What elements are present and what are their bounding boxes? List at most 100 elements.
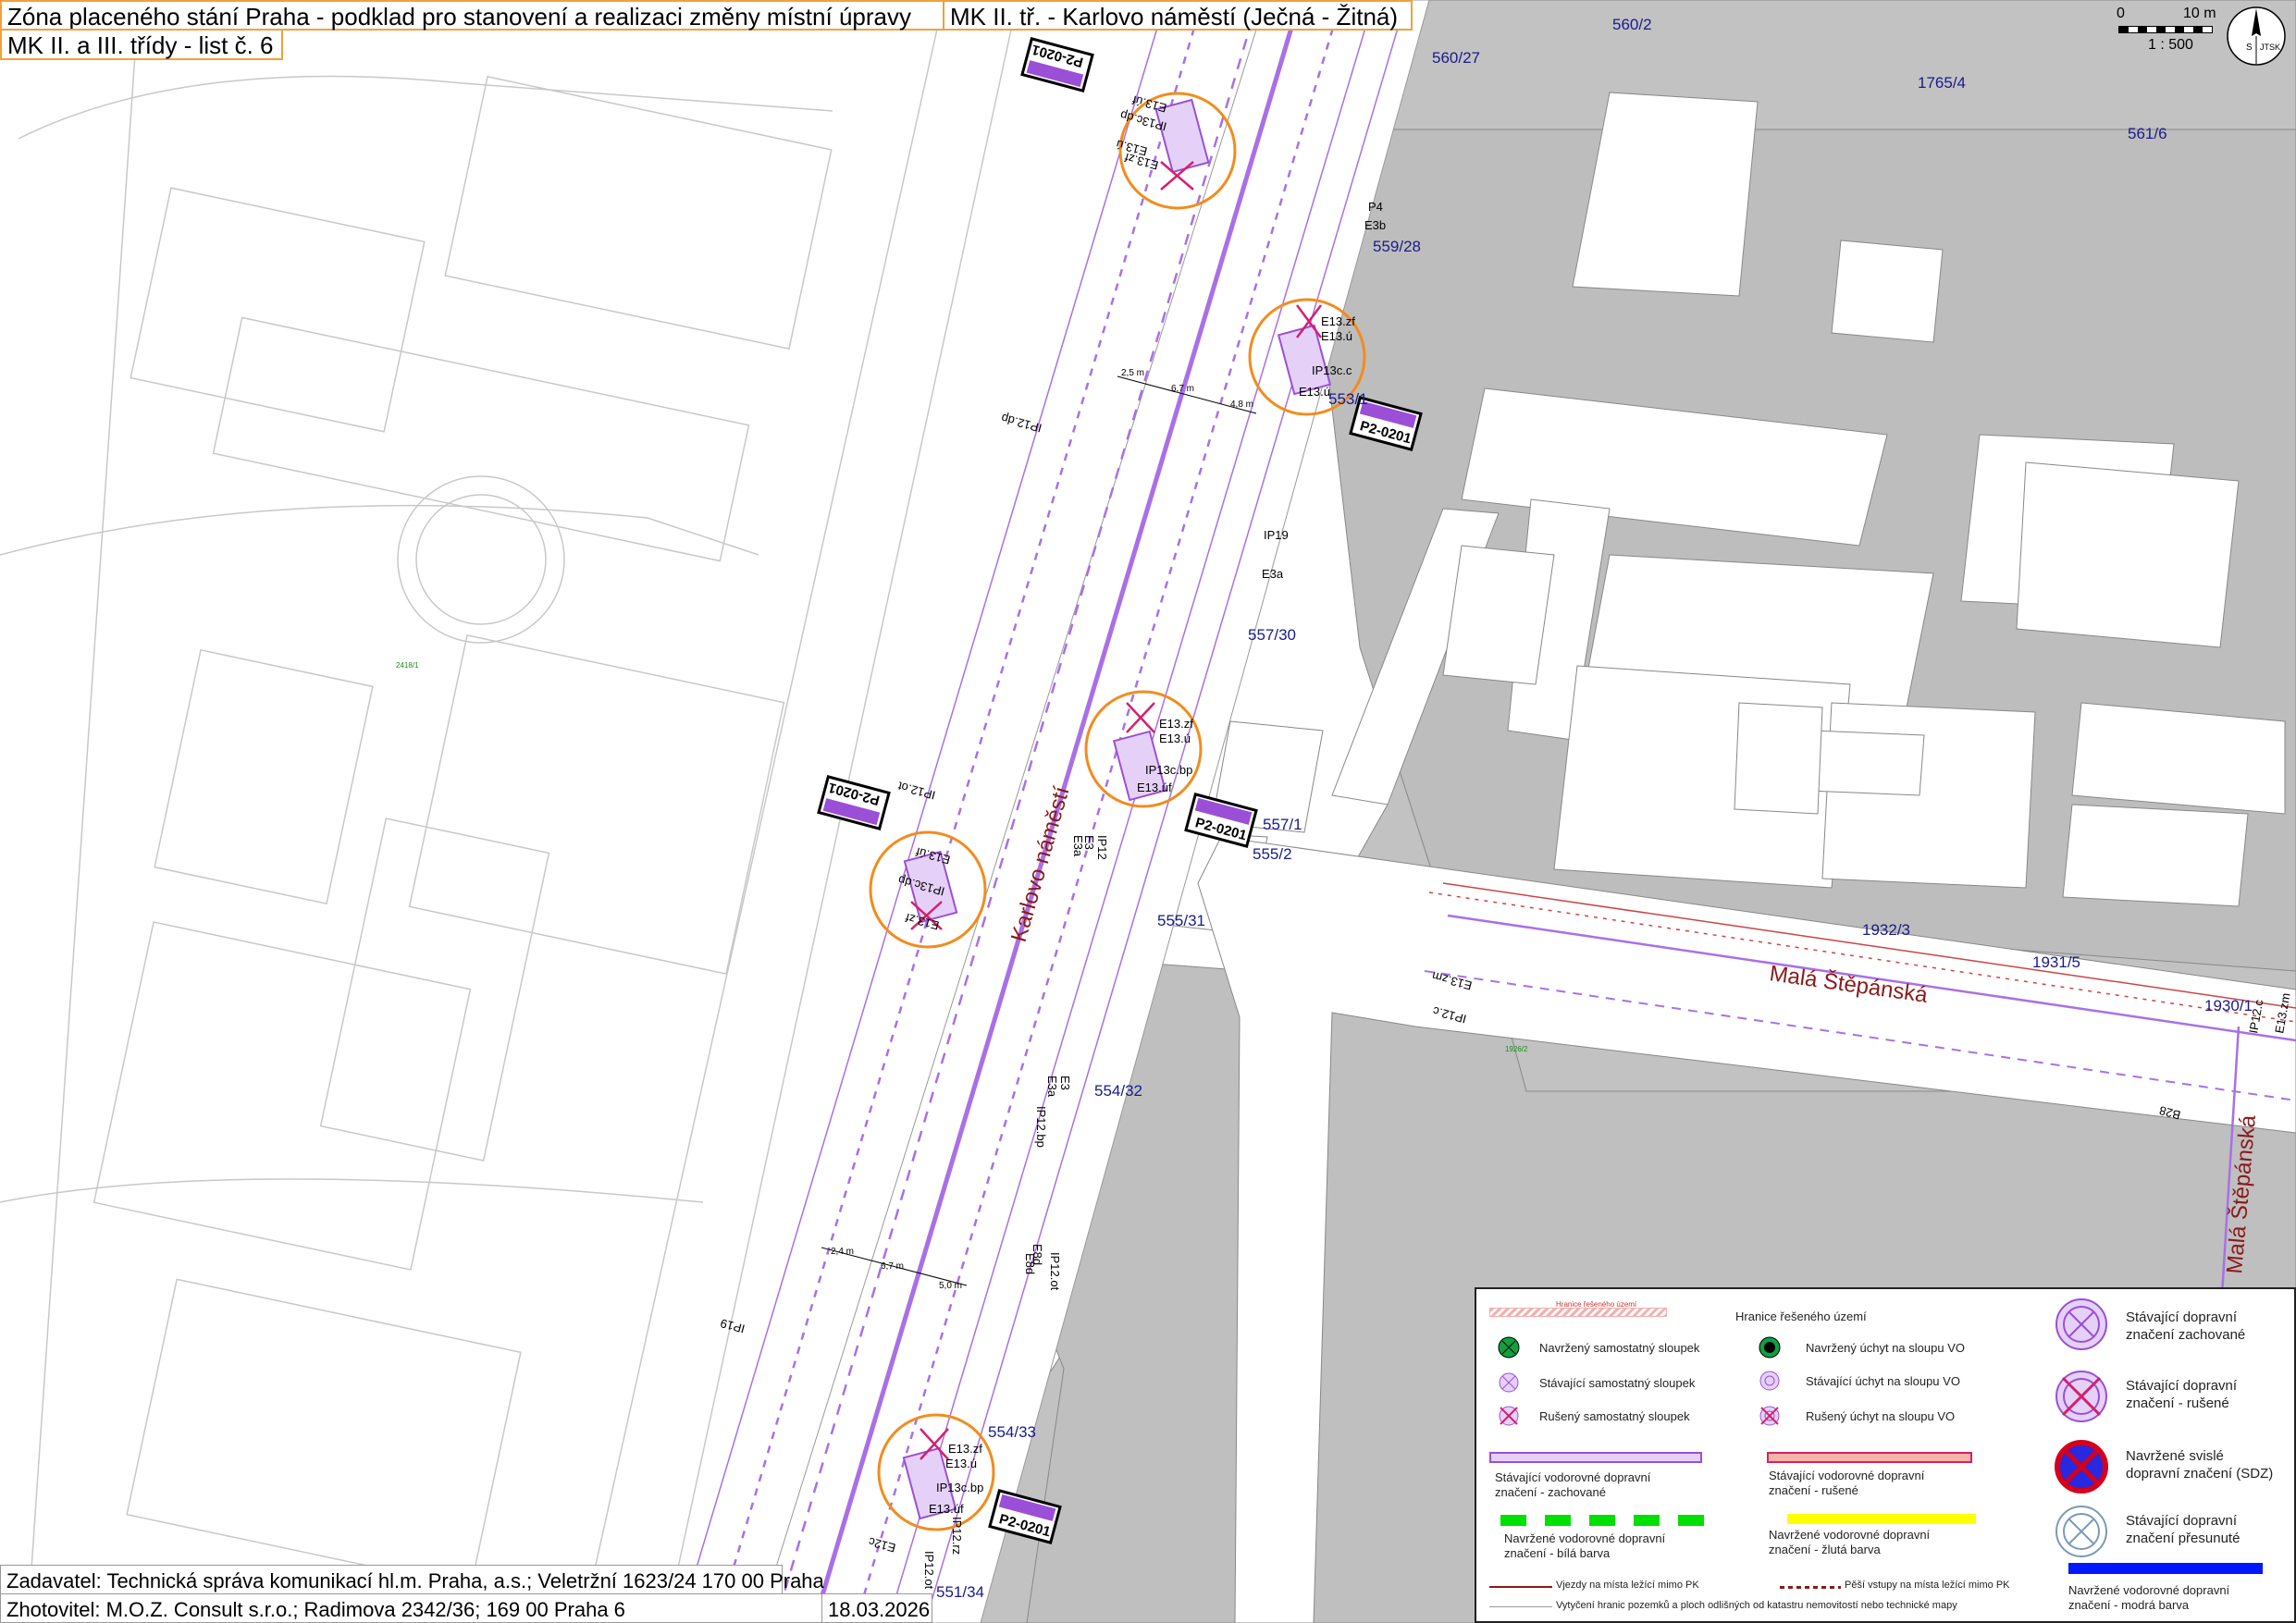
parcel-number: 560/27 (1432, 49, 1480, 67)
legend-hranice-red: Hranice řešeného území (1556, 1300, 1637, 1309)
title-line-3: MK II. a III. třídy - list č. 6 (0, 29, 283, 60)
parcel-number: 553/1 (1328, 390, 1368, 408)
sign-code: IP12.bp (1034, 1106, 1048, 1148)
sign-code: E13.úf (1137, 781, 1172, 794)
parcel-number: 555/31 (1157, 912, 1205, 929)
existing-mount-icon (1759, 1371, 1780, 1391)
existing-post-icon (1499, 1372, 1519, 1393)
dimension-label: 2,4 m (831, 1247, 854, 1257)
sign-code: IP19 (1264, 528, 1289, 542)
parcel-number: 557/30 (1248, 626, 1296, 644)
legend-vdz-bila-swatch (1500, 1515, 1715, 1526)
scale-bar: 0 10 m 1 : 500 (2109, 6, 2220, 55)
footer-zadavatel: Zadavatel: Technická správa komunikací h… (0, 1565, 824, 1594)
parcel-number: 555/2 (1253, 845, 1292, 863)
sign-code: IP12.ot (1048, 1252, 1062, 1291)
scale-zero: 0 (2117, 6, 2125, 21)
dimension-label: 2,5 m (1121, 368, 1144, 378)
dimension-label: 5,0 m (939, 1281, 962, 1291)
sign-code: E13.zf (1159, 717, 1193, 731)
title-line-2: MK II. tř. - Karlovo náměstí (Ječná - Ži… (943, 0, 1413, 31)
legend-pesi: Pěší vstupy na místa ležící mimo PK (1845, 1580, 2010, 1591)
parcel-number-small: 2418/1 (396, 661, 419, 670)
sign-code: IP12.ot (922, 1551, 936, 1590)
sign-code: E13.zf (948, 1442, 982, 1456)
sign-code: E3 (1082, 835, 1096, 850)
legend-vdz-modra-swatch (2068, 1563, 2263, 1574)
dimension-label: 6,7 m (881, 1261, 904, 1272)
parcel-number: 551/34 (936, 1583, 984, 1601)
sign-code: E3b (1364, 218, 1386, 232)
parcel-number: 1765/4 (1918, 74, 1966, 92)
legend: Hranice řešeného území Navržený samostat… (1475, 1287, 2296, 1623)
legend-navrzeny-uchyt: Navržený úchyt na sloupu VO (1806, 1341, 1965, 1355)
zhotovitel-text: Zhotovitel: M.O.Z. Consult s.r.o.; Radim… (6, 1598, 625, 1621)
sign-code: P4 (1368, 200, 1383, 214)
new-mount-icon (1759, 1336, 1781, 1359)
parcel-number: 561/6 (2128, 125, 2167, 142)
sign-code: E13.ú (1321, 329, 1352, 343)
sdz-new-icon (2055, 1440, 2108, 1494)
sign-code: E3a (1045, 1076, 1059, 1098)
legend-sdz-zachovane: Stávající dopravní značení zachované (2126, 1309, 2246, 1343)
legend-stavajici-sloupek: Stávající samostatný sloupek (1539, 1376, 1696, 1390)
title-line-1: Zóna placeného stání Praha - podklad pro… (0, 0, 944, 31)
parcel-number: 559/28 (1373, 238, 1421, 255)
scale-ratio: 1 : 500 (2148, 37, 2193, 53)
legend-vytyceni: Vytyčení hranic pozemků a ploch odlišnýc… (1556, 1600, 1957, 1611)
sdz-removed-icon (2055, 1371, 2107, 1422)
sign-code: IP12 (1095, 835, 1109, 860)
title-text-2: MK II. tř. - Karlovo náměstí (Ječná - Ži… (950, 3, 1399, 31)
sdz-kept-icon (2055, 1298, 2107, 1350)
legend-sdz-navrzene: Navržené svislé dopravní značení (SDZ) (2126, 1448, 2274, 1482)
legend-sdz-rusene: Stávající dopravní značení - rušené (2126, 1378, 2238, 1411)
date-text: 18.03.2026 (828, 1598, 931, 1621)
sign-code: E13.ú (1299, 385, 1330, 399)
parcel-number: 560/2 (1612, 16, 1652, 33)
legend-sdz-presunute: Stávající dopravní značení přesunuté (2126, 1513, 2240, 1546)
north-arrow: S JTSK (2227, 6, 2286, 66)
legend-vdz-zluta: Navržené vodorovné dopravní značení - žl… (1769, 1528, 1931, 1557)
sign-code: E3 (1058, 1076, 1072, 1090)
legend-navrzeny-sloupek: Navržený samostatný sloupek (1539, 1341, 1700, 1355)
sign-code: E3a (1262, 567, 1284, 581)
legend-vdz-bila: Navržené vodorovné dopravní značení - bí… (1504, 1531, 1666, 1561)
legend-vdz-rusene-swatch (1767, 1452, 1972, 1463)
sign-code: IP12.dp (1000, 411, 1043, 435)
legend-vdz-modra: Navržené vodorovné dopravní značení - mo… (2068, 1583, 2230, 1613)
sign-code: IP12.rz (950, 1517, 964, 1555)
legend-stavajici-uchyt: Stávající úchyt na sloupu VO (1806, 1374, 1960, 1388)
zadavatel-text: Zadavatel: Technická správa komunikací h… (6, 1569, 824, 1592)
sign-code: E13.ú (1159, 732, 1191, 745)
legend-vdz-zachovane-swatch (1489, 1452, 1702, 1463)
parcel-number: 1932/3 (1862, 921, 1910, 939)
dimension-label: 4,8 m (1230, 400, 1253, 410)
title-text-3: MK II. a III. třídy - list č. 6 (7, 31, 274, 59)
removed-mount-icon (1759, 1406, 1780, 1426)
scale-ruler (2118, 26, 2213, 33)
legend-vdz-zluta-swatch (1787, 1514, 1976, 1524)
title-text-1: Zóna placeného stání Praha - podklad pro… (7, 3, 911, 31)
parcel-number: 1931/5 (2032, 953, 2080, 971)
legend-vytyceni-swatch (1489, 1606, 1552, 1607)
footer-date: 18.03.2026 (821, 1593, 932, 1623)
footer-zhotovitel: Zhotovitel: M.O.Z. Consult s.r.o.; Radim… (0, 1593, 823, 1623)
sign-code: IP19 (719, 1316, 747, 1335)
north-s: S (2246, 43, 2253, 53)
parcel-number: 557/1 (1263, 816, 1302, 833)
sign-code: E8d (1023, 1253, 1037, 1274)
legend-vdz-zachovane: Stávající vodorovné dopravní značení - z… (1495, 1470, 1651, 1500)
parcel-number-small: 1926/2 (1505, 1045, 1528, 1053)
sign-code: E13.zf (1321, 314, 1355, 328)
legend-ruseny-sloupek: Rušený samostatný sloupek (1539, 1409, 1690, 1423)
sign-code: IP13c.bp (936, 1481, 983, 1494)
green-post-icon (1498, 1336, 1520, 1359)
legend-vjezdy: Vjezdy na místa ležící mimo PK (1556, 1580, 1699, 1591)
legend-vdz-rusene: Stávající vodorovné dopravní značení - r… (1769, 1469, 1925, 1498)
parcel-number: 554/33 (988, 1423, 1036, 1441)
north-jtsk: JTSK (2260, 43, 2280, 52)
dimension-label: 6,7 m (1171, 384, 1194, 394)
legend-hranice: Hranice řešeného území (1735, 1309, 1867, 1323)
sign-code: IP13c.bp (1145, 763, 1192, 777)
sdz-moved-icon (2055, 1506, 2107, 1557)
